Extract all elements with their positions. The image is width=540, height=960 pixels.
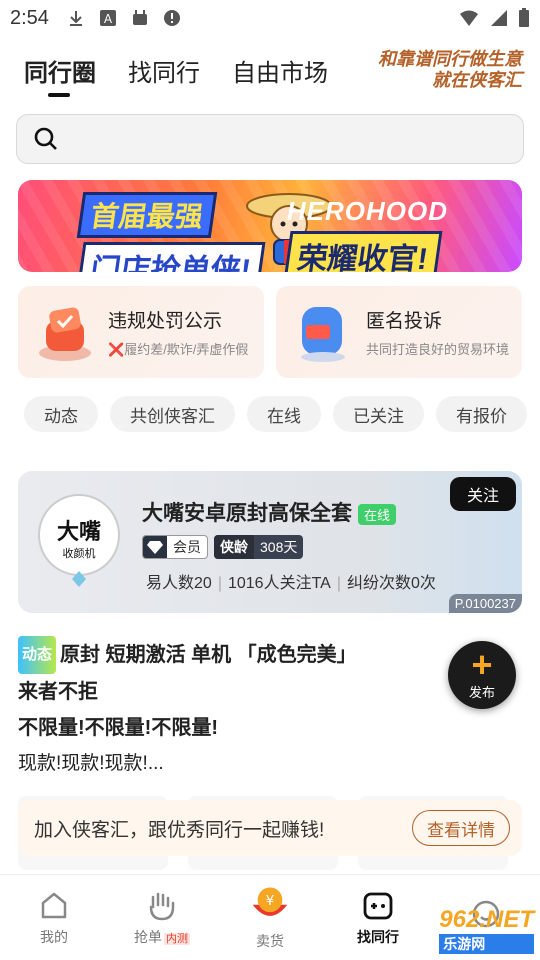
shop-card[interactable]: 大嘴 收颜机 大嘴安卓原封高保全套 在线 会员 侠龄 308天 易人数20 | 101…	[18, 471, 522, 613]
hand-icon	[149, 892, 175, 920]
search-bar[interactable]	[16, 114, 524, 164]
shop-avatar: 大嘴 收颜机	[38, 494, 120, 587]
banner-left-text: 首届最强 门店抢单侠!	[76, 192, 266, 272]
status-system-icons	[458, 8, 530, 28]
penalty-badge-icon	[39, 307, 91, 361]
chip-followed[interactable]: 已关注	[333, 396, 424, 432]
sell-coin-icon: ¥	[252, 886, 288, 916]
penalty-notice-subtitle: ❌履约差/欺诈/弄虚作假	[108, 342, 249, 357]
anonymous-complaint-card[interactable]: 匿名投诉 共同打造良好的贸易环境	[276, 286, 522, 378]
stat-disputes: 纠纷次数0次	[346, 575, 436, 592]
plus-icon: +	[471, 643, 493, 685]
join-text: 加入侠客汇，跟优秀同行一起赚钱!	[34, 819, 325, 841]
search-input[interactable]	[67, 128, 523, 150]
site-watermark: 962.NET 乐游网	[439, 906, 534, 954]
app-a-icon: A	[99, 10, 116, 26]
penalty-notice-title: 违规处罚公示	[108, 311, 223, 332]
header-tabs: 同行圈 找同行 自由市场 和靠谱同行做生意 就在侠客汇	[24, 48, 522, 97]
publish-button[interactable]: + 发布	[448, 641, 516, 709]
post-line2: 来者不拒	[18, 681, 98, 703]
join-banner: 加入侠客汇，跟优秀同行一起赚钱! 查看详情	[18, 800, 522, 856]
svg-text:¥: ¥	[266, 892, 275, 908]
penalty-notice-text: 违规处罚公示 ❌履约差/欺诈/弄虚作假	[108, 306, 248, 358]
slogan-line2: 就在侠客汇	[432, 70, 522, 91]
shop-badges: 会员 侠龄 308天	[142, 535, 304, 559]
chip-online[interactable]: 在线	[247, 396, 321, 432]
tab-find-peers[interactable]: 找同行	[128, 53, 200, 88]
avatar-text1: 大嘴	[57, 520, 101, 545]
svg-text:A: A	[104, 12, 113, 26]
internal-test-badge: 内测	[164, 932, 190, 945]
battery-icon	[519, 8, 529, 27]
publish-label: 发布	[468, 684, 495, 700]
post-content[interactable]: 动态 原封 短期激活 单机 「成色完美」 来者不拒 不限量!不限量!不限量! 现款…	[18, 636, 438, 782]
banner-right-text: HEROHOOD 荣耀收官!	[283, 196, 448, 272]
post-tag: 动态	[18, 636, 57, 674]
nav-mine[interactable]: 我的	[0, 875, 108, 960]
shop-name: 大嘴安卓原封高保全套 在线	[142, 497, 397, 527]
chip-dynamic[interactable]: 动态	[24, 396, 98, 432]
signal-icon	[491, 10, 507, 26]
nav-grab-order[interactable]: 抢单 内测	[108, 875, 216, 960]
years-badge: 侠龄 308天	[214, 535, 304, 559]
banner-line2: 门店抢单侠!	[76, 242, 266, 272]
status-notification-icons: A	[67, 9, 181, 27]
slogan: 和靠谱同行做生意 就在侠客汇	[378, 49, 522, 91]
post-line4: 现款!现款!现款!...	[18, 753, 164, 774]
view-details-button[interactable]: 查看详情	[412, 810, 510, 846]
stat-followers: 1016人关注TA	[227, 575, 331, 592]
post-line1: 动态 原封 短期激活 单机 「成色完美」	[18, 636, 438, 674]
find-peers-icon	[363, 892, 393, 919]
nav-sell[interactable]: ¥ 卖货	[216, 875, 324, 960]
search-icon	[34, 127, 57, 150]
diamond-icon	[143, 536, 167, 558]
avatar-text2: 收颜机	[63, 546, 96, 560]
alert-icon	[163, 10, 180, 26]
filter-chips: 动态 共创侠客汇 在线 已关注 有报价	[24, 396, 540, 432]
chip-has-quote[interactable]: 有报价	[436, 396, 527, 432]
banner-right-title: HEROHOOD	[286, 196, 448, 226]
chip-co-create[interactable]: 共创侠客汇	[110, 396, 235, 432]
promo-banner[interactable]: 首届最强 门店抢单侠! HEROHOOD 荣耀收官!	[18, 180, 522, 272]
wifi-icon	[460, 10, 478, 26]
bottom-nav: 我的 抢单 内测 ¥ 卖货 找同行 962.NET 乐游网	[0, 874, 540, 960]
download-icon	[69, 11, 82, 26]
follow-button[interactable]: 关注	[450, 477, 516, 511]
penalty-notice-card[interactable]: 违规处罚公示 ❌履约差/欺诈/弄虚作假	[18, 286, 264, 378]
cross-icon: ❌	[108, 342, 125, 357]
stat-deals: 易人数20	[146, 575, 212, 592]
anonymous-complaint-text: 匿名投诉 共同打造良好的贸易环境	[366, 306, 509, 358]
slogan-line1: 和靠谱同行做生意	[378, 49, 522, 70]
complaint-mailbox-icon	[301, 307, 345, 362]
status-bar: 2:54 A	[0, 0, 540, 36]
home-icon	[41, 892, 67, 918]
nav-find-peers[interactable]: 找同行	[324, 875, 432, 960]
shop-id: P.0100237	[448, 594, 522, 613]
status-time: 2:54	[10, 6, 49, 29]
post-line3: 不限量!不限量!不限量!	[18, 717, 218, 739]
tab-free-market[interactable]: 自由市场	[232, 53, 328, 88]
member-badge: 会员	[142, 535, 208, 559]
robot-icon	[132, 10, 147, 25]
banner-right-sub: 荣耀收官!	[283, 231, 443, 272]
online-badge: 在线	[358, 503, 397, 525]
shop-stats: 易人数20 | 1016人关注TA | 纠纷次数0次	[146, 575, 436, 592]
anonymous-complaint-title: 匿名投诉	[366, 311, 443, 332]
tab-peer-circle[interactable]: 同行圈	[24, 53, 96, 97]
banner-line1: 首届最强	[76, 192, 218, 238]
anonymous-complaint-subtitle: 共同打造良好的贸易环境	[366, 342, 510, 357]
